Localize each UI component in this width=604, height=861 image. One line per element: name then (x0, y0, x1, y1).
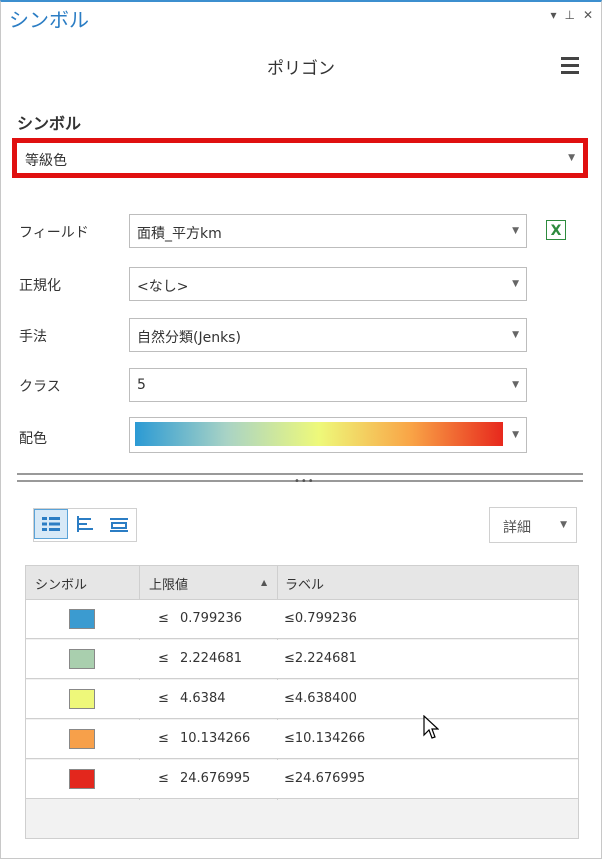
table-row[interactable]: ≤ 4.6384 ≤4.638400 (26, 680, 578, 719)
classes-view-icon[interactable] (34, 509, 68, 539)
dropdown-arrow-icon: ▼ (512, 279, 519, 289)
dropdown-arrow-icon: ▼ (512, 430, 519, 440)
more-dropdown-button[interactable]: 詳細 ▼ (489, 507, 577, 543)
symbol-swatch[interactable] (69, 689, 95, 709)
dropdown-arrow-icon: ▼ (568, 153, 575, 163)
method-dropdown[interactable]: 自然分類(Jenks) ▼ (129, 318, 527, 352)
upper-value[interactable]: 2.224681 (180, 651, 242, 666)
class-label[interactable]: ≤2.224681 (284, 651, 357, 666)
table-row[interactable]: ≤ 0.799236 ≤0.799236 (26, 600, 578, 639)
dropdown-arrow-icon: ▼ (512, 330, 519, 340)
normalization-label: 正規化 (19, 278, 61, 294)
le-sign: ≤ (158, 771, 169, 786)
symbology-section-label: シンボル (17, 114, 82, 133)
sort-ascending-icon: ▲ (261, 578, 268, 587)
view-toggle-group (33, 508, 137, 542)
dropdown-arrow-icon: ▼ (560, 520, 567, 530)
field-value: 面積_平方km (137, 226, 222, 242)
symbology-type-dropdown[interactable]: 等級色 ▼ (12, 138, 588, 178)
le-sign: ≤ (158, 611, 169, 626)
field-label: フィールド (19, 225, 89, 241)
pin-icon[interactable]: ⊥ (564, 8, 574, 22)
column-header-symbol[interactable]: シンボル (35, 574, 87, 593)
classes-dropdown[interactable]: 5 ▼ (129, 368, 527, 402)
method-value: 自然分類(Jenks) (137, 330, 241, 346)
method-label: 手法 (19, 329, 47, 345)
scales-view-icon[interactable] (102, 509, 136, 539)
symbol-swatch[interactable] (69, 609, 95, 629)
column-header-upper-value[interactable]: 上限値 (149, 574, 188, 593)
pane-title-buttons: ▾ ⊥ ✕ (550, 8, 593, 22)
table-row[interactable]: ≤ 10.134266 ≤10.134266 (26, 720, 578, 759)
le-sign: ≤ (158, 651, 169, 666)
mouse-pointer-icon (423, 714, 440, 745)
symbol-swatch[interactable] (69, 729, 95, 749)
upper-value[interactable]: 0.799236 (180, 611, 242, 626)
upper-value[interactable]: 24.676995 (180, 771, 250, 786)
dropdown-arrow-icon: ▼ (512, 226, 519, 236)
classes-value: 5 (137, 377, 146, 393)
color-ramp-preview (135, 422, 503, 446)
symbol-swatch[interactable] (69, 769, 95, 789)
field-dropdown[interactable]: 面積_平方km ▼ (129, 214, 527, 248)
table-row[interactable]: ≤ 2.224681 ≤2.224681 (26, 640, 578, 679)
class-label[interactable]: ≤4.638400 (284, 691, 357, 706)
table-row[interactable]: ≤ 24.676995 ≤24.676995 (26, 760, 578, 799)
class-label[interactable]: ≤24.676995 (284, 771, 365, 786)
pane-options-icon[interactable]: ▾ (550, 8, 556, 22)
dropdown-arrow-icon: ▼ (512, 380, 519, 390)
splitter-line (17, 473, 583, 475)
le-sign: ≤ (158, 731, 169, 746)
splitter-grip-icon[interactable]: ••• (294, 476, 315, 487)
class-label[interactable]: ≤0.799236 (284, 611, 357, 626)
symbol-swatch[interactable] (69, 649, 95, 669)
normalization-dropdown[interactable]: <なし> ▼ (129, 267, 527, 301)
upper-value[interactable]: 4.6384 (180, 691, 226, 706)
menu-icon[interactable] (561, 57, 579, 78)
expression-button-icon[interactable]: X (546, 220, 566, 240)
color-scheme-label: 配色 (19, 431, 47, 447)
classes-label: クラス (19, 379, 61, 395)
close-icon[interactable]: ✕ (583, 8, 593, 22)
histogram-view-icon[interactable] (68, 509, 102, 539)
symbology-pane: シンボル ▾ ⊥ ✕ ポリゴン シンボル 等級色 ▼ フィールド 面積_平方km… (0, 0, 602, 859)
column-header-label[interactable]: ラベル (285, 574, 324, 593)
class-label[interactable]: ≤10.134266 (284, 731, 365, 746)
le-sign: ≤ (158, 691, 169, 706)
table-header: シンボル 上限値 ▲ ラベル (26, 566, 578, 600)
more-button-label: 詳細 (503, 520, 531, 536)
classes-table: シンボル 上限値 ▲ ラベル ≤ 0.799236 ≤0.799236 ≤ 2.… (25, 565, 579, 839)
symbology-type-value: 等級色 (25, 153, 67, 169)
pane-title: シンボル (9, 8, 89, 32)
layer-type-title: ポリゴン (267, 59, 335, 79)
normalization-value: <なし> (137, 279, 189, 295)
upper-value[interactable]: 10.134266 (180, 731, 250, 746)
